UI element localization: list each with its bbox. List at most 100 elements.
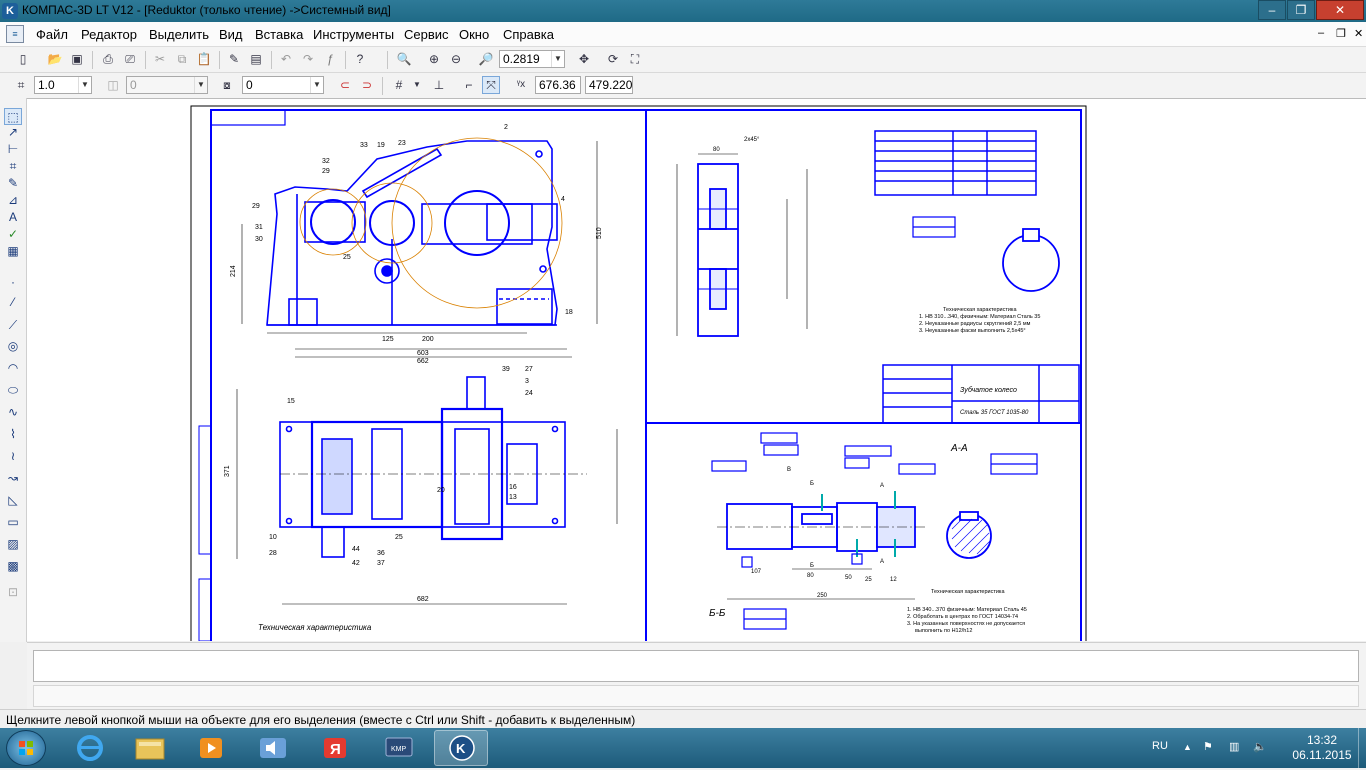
menu-insert[interactable]: Вставка (255, 27, 303, 42)
start-button[interactable] (6, 730, 46, 766)
taskbar-kompas[interactable]: K (434, 730, 488, 766)
pan-icon[interactable]: ✥ (575, 50, 593, 68)
fill-icon[interactable]: ▩ (4, 558, 22, 575)
help-pointer-icon[interactable]: ? (351, 50, 369, 68)
measure-icon[interactable]: A (4, 209, 22, 226)
network-icon[interactable]: ▥ (1229, 740, 1239, 753)
menu-service[interactable]: Сервис (404, 27, 449, 42)
zoom-level-field[interactable]: 0.2819 ▼ (499, 50, 565, 68)
dimensions-icon[interactable]: ⊢ (4, 141, 22, 158)
chamfer-icon[interactable]: ◺ (4, 492, 22, 509)
show-desktop-button[interactable] (1358, 728, 1366, 768)
document-icon[interactable]: ≡ (6, 25, 24, 43)
contour-icon[interactable]: ↝ (4, 470, 22, 487)
open-icon[interactable]: 📂 (46, 50, 64, 68)
local-snap-icon[interactable]: ⊃ (358, 76, 376, 94)
menu-edit[interactable]: Редактор (81, 27, 137, 42)
app-icon[interactable]: K (2, 3, 18, 19)
taskbar-explorer[interactable] (123, 730, 177, 766)
drawing-area[interactable]: 125 200 603 662 214 510 2 33 19 23 32 29… (27, 98, 1366, 641)
close-button[interactable]: ✕ (1316, 0, 1364, 20)
spline-icon[interactable]: ∿ (4, 404, 22, 421)
parametrization-icon[interactable]: ⊿ (4, 192, 22, 209)
properties-field[interactable] (33, 650, 1359, 682)
show-all-icon[interactable]: ⛶ (626, 50, 644, 68)
function-icon[interactable]: ƒ (321, 50, 339, 68)
taskbar-media-player[interactable] (184, 730, 238, 766)
language-indicator[interactable]: RU (1152, 740, 1168, 752)
mdi-minimize-button[interactable]: ‒ (1318, 27, 1324, 39)
mdi-close-button[interactable]: ✕ (1354, 27, 1363, 40)
taskbar-yandex[interactable]: Я (308, 730, 362, 766)
zoom-in-icon[interactable]: ⊕ (425, 50, 443, 68)
new-document-icon[interactable]: ▯ (14, 50, 32, 68)
polyline-icon[interactable]: ⌇ (4, 426, 22, 443)
geometry-icon[interactable]: ↗ (4, 124, 22, 141)
menu-select[interactable]: Выделить (149, 27, 209, 42)
select-icon[interactable]: ⬚ (4, 108, 22, 125)
point-icon[interactable]: · (4, 274, 22, 291)
menu-tools[interactable]: Инструменты (313, 27, 394, 42)
taskbar-ie[interactable] (63, 730, 117, 766)
grid-icon[interactable]: # (390, 76, 408, 94)
local-cs-icon[interactable]: ⊥ (430, 76, 448, 94)
chevron-down-icon[interactable]: ▼ (194, 77, 207, 93)
annotations-icon[interactable]: ⌗ (4, 158, 22, 175)
zoom-out-icon[interactable]: ⊖ (447, 50, 465, 68)
taskbar-volume-app[interactable] (246, 730, 300, 766)
coord-y-field[interactable]: 479.220 (585, 76, 633, 94)
copy-icon[interactable]: ⧉ (173, 50, 191, 68)
refresh-view-icon[interactable]: ⟳ (604, 50, 622, 68)
layer-field[interactable]: 0 ▼ (242, 76, 324, 94)
cut-icon[interactable]: ✂ (151, 50, 169, 68)
style-field[interactable]: 0 ▼ (126, 76, 208, 94)
snap-grid-icon[interactable]: ⌗ (12, 76, 30, 94)
selection-icon[interactable]: ✓ (4, 226, 22, 243)
views-icon[interactable]: ▦ (4, 243, 22, 260)
zoom-window-icon[interactable]: 🔍 (395, 50, 413, 68)
segment-icon[interactable]: ⟋ (4, 317, 22, 334)
arc-icon[interactable]: ◠ (4, 360, 22, 377)
print-icon[interactable]: ⎚ (121, 50, 139, 68)
undo-icon[interactable]: ↶ (277, 50, 295, 68)
circle-icon[interactable]: ◎ (4, 338, 22, 355)
format-brush-icon[interactable]: ✎ (225, 50, 243, 68)
dim-200: 200 (422, 336, 434, 343)
clock[interactable]: 13:32 06.11.2015 (1290, 733, 1354, 763)
menu-file[interactable]: Файл (36, 27, 68, 42)
maximize-button[interactable]: ❐ (1287, 0, 1315, 20)
style-icon[interactable]: ◫ (104, 76, 122, 94)
chevron-down-icon[interactable]: ▼ (310, 77, 323, 93)
menu-window[interactable]: Окно (459, 27, 489, 42)
chevron-down-icon[interactable]: ▼ (551, 51, 564, 67)
edit-icon[interactable]: ✎ (4, 175, 22, 192)
coord-x-field[interactable]: 676.36 (535, 76, 581, 94)
collect-contour-icon[interactable]: ⊡ (4, 584, 22, 601)
layers-icon[interactable]: ⧇ (218, 76, 236, 94)
zoom-scale-icon[interactable]: 🔎 (477, 50, 495, 68)
menu-view[interactable]: Вид (219, 27, 243, 42)
volume-icon[interactable]: 🔈 (1253, 740, 1267, 753)
ellipse-icon[interactable]: ⬭ (4, 382, 22, 399)
round-off-icon[interactable]: ⤧ (482, 76, 500, 94)
action-center-icon[interactable]: ⚑ (1203, 740, 1213, 753)
save-icon[interactable]: ▣ (68, 50, 86, 68)
bezier-icon[interactable]: ≀ (4, 448, 22, 465)
minimize-button[interactable]: ‒ (1258, 0, 1286, 20)
chevron-down-icon[interactable]: ▼ (78, 77, 91, 93)
print-preview-icon[interactable]: ⎙ (99, 50, 117, 68)
show-hidden-icons[interactable]: ▲ (1183, 742, 1192, 752)
chevron-down-icon[interactable]: ▼ (408, 76, 426, 94)
mdi-restore-button[interactable]: ❐ (1336, 27, 1346, 40)
snap-magnet-icon[interactable]: ⊂ (336, 76, 354, 94)
paste-icon[interactable]: 📋 (195, 50, 213, 68)
menu-help[interactable]: Справка (503, 27, 554, 42)
properties-icon[interactable]: ▤ (247, 50, 265, 68)
auxiliary-line-icon[interactable]: ⁄ (4, 294, 22, 311)
hatch-icon[interactable]: ▨ (4, 536, 22, 553)
ortho-icon[interactable]: ⌐ (460, 76, 478, 94)
taskbar-kmp[interactable]: KMP (372, 730, 426, 766)
rectangle-icon[interactable]: ▭ (4, 514, 22, 531)
line-scale-field[interactable]: 1.0 ▼ (34, 76, 92, 94)
redo-icon[interactable]: ↷ (299, 50, 317, 68)
